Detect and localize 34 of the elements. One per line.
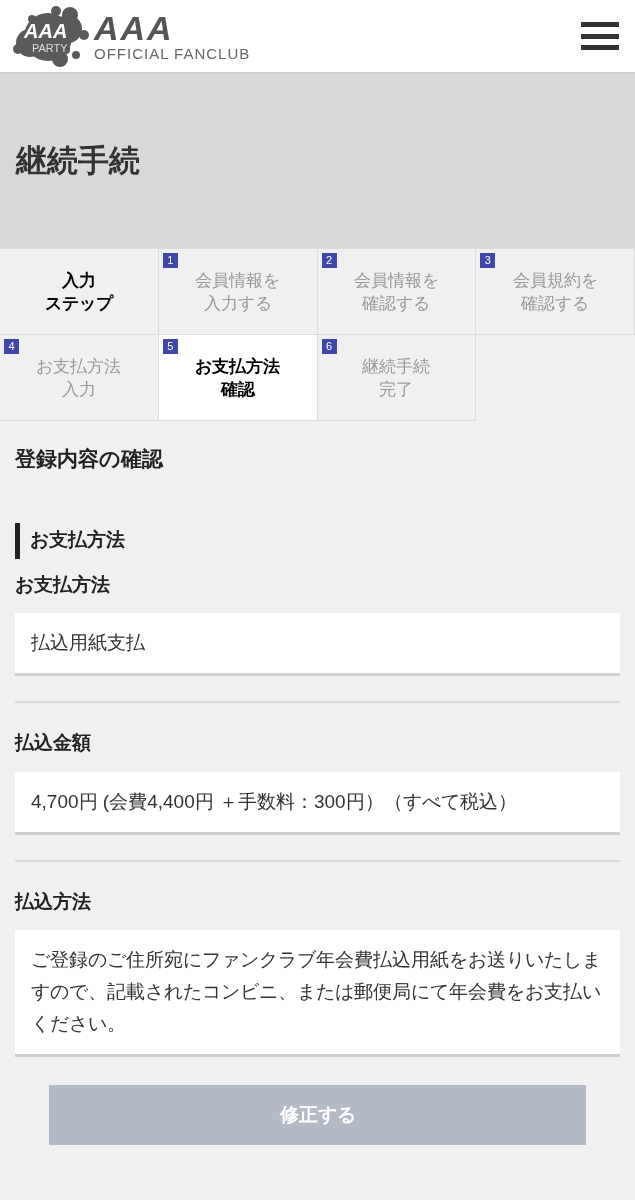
field-label: 払込金額 [15, 731, 92, 755]
page-title: 継続手続 [16, 141, 140, 180]
group-title: お支払方法 [15, 522, 620, 559]
step-label: 入力 [61, 378, 96, 401]
step-label: 会員情報を [353, 269, 439, 292]
field-value: 4,700円 (会費4,400円 ＋手数料：300円）（すべて税込） [15, 771, 620, 835]
field-value: 払込用紙支払 [15, 613, 620, 676]
step-label: 確認する [521, 292, 590, 315]
field-label: お支払方法 [15, 572, 111, 597]
step-label: 会員情報を [195, 269, 281, 292]
step-number: 6 [321, 339, 337, 354]
logo-mark-subtext: PARTY [30, 43, 70, 54]
section-title: 登録内容の確認 [15, 446, 165, 472]
step-number: 5 [162, 339, 178, 354]
logo-title: AAA [94, 11, 175, 44]
steps-heading: 入力 [61, 269, 96, 292]
step-label: 確認する [362, 292, 431, 315]
steps-heading: ステップ [44, 292, 113, 315]
step-label: 確認 [220, 378, 255, 401]
step-label: 完了 [379, 378, 414, 401]
logo-mark-text: AAA [24, 21, 68, 41]
step-label: 継続手続 [362, 355, 431, 378]
step-number: 3 [480, 253, 496, 268]
step-label: お支払方法 [36, 355, 122, 378]
step-label: 会員規約を [512, 269, 598, 292]
field-value: ご登録のご住所宛にファンクラブ年会費払込用紙をお送りいたしますので、記載されたコンビニ、または郵便局にて年会費をお支払いください。 [15, 930, 620, 1057]
step-label: お支払方法 [195, 355, 281, 378]
field-label: 払込方法 [15, 889, 92, 914]
step-number: 2 [321, 253, 337, 268]
step-number: 4 [4, 339, 19, 354]
menu-icon[interactable] [581, 22, 619, 50]
step-label: 入力する [203, 292, 272, 315]
step-number: 1 [162, 253, 178, 268]
logo-subtitle: OFFICIAL FANCLUB [94, 45, 251, 61]
